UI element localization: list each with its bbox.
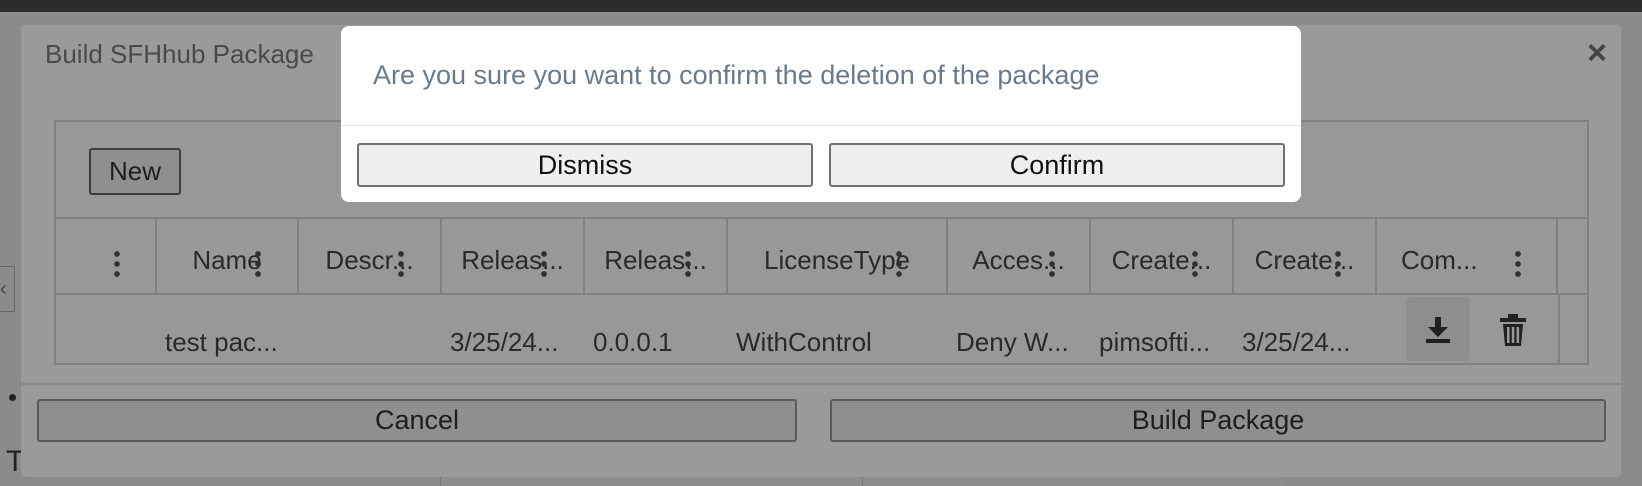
column-menu-icon[interactable] [1049,249,1055,279]
cell-description [299,295,442,363]
column-header[interactable]: Releas... [585,219,728,293]
download-icon [1426,317,1450,343]
cell-created-by: pimsofti... [1099,327,1211,357]
confirm-delete-modal: Are you sure you want to confirm the del… [341,26,1301,202]
column-header[interactable]: Name [157,219,299,293]
download-button[interactable] [1406,297,1470,361]
background-chevron-left-icon: ‹ [0,266,15,312]
column-menu-icon[interactable] [114,249,120,279]
table-row[interactable]: test pac... 3/25/24... 0.0.0.1 WithContr… [56,295,1587,363]
row-select-cell[interactable] [56,295,157,363]
column-header[interactable]: Descr... [299,219,442,293]
footer-divider [21,383,1621,385]
background-panel-edge [440,476,861,486]
dismiss-button[interactable]: Dismiss [357,143,813,187]
cell-access: Deny W... [956,327,1069,357]
column-menu-icon[interactable] [1515,249,1521,279]
modal-divider [341,125,1301,126]
column-header[interactable]: Releas... [442,219,585,293]
close-icon[interactable]: × [1587,35,1607,71]
cell-license-type: WithControl [736,327,872,357]
column-header[interactable]: Create... [1091,219,1234,293]
background-panel-edge [862,476,1283,486]
cancel-button[interactable]: Cancel [37,399,797,442]
confirm-message: Are you sure you want to confirm the del… [373,60,1100,90]
build-package-button[interactable]: Build Package [830,399,1606,442]
row-end-cell [1558,295,1587,363]
dialog-title: Build SFHhub Package [45,39,314,69]
column-header[interactable]: LicenseType [728,219,948,293]
background-bullet [9,394,16,401]
cell-release-date: 3/25/24... [450,327,559,357]
trash-icon [1500,314,1526,346]
column-menu-icon[interactable] [685,249,691,279]
column-header[interactable]: Acces... [948,219,1091,293]
cell-release-version: 0.0.0.1 [593,327,673,357]
column-menu-icon[interactable] [541,249,547,279]
column-header[interactable]: Com... [1377,219,1558,293]
delete-button[interactable] [1498,313,1528,347]
cell-created-date: 3/25/24... [1242,327,1351,357]
column-menu-icon[interactable] [896,249,902,279]
column-menu-icon[interactable] [255,249,261,279]
column-menu-icon[interactable] [1335,249,1341,279]
column-menu-icon[interactable] [398,249,404,279]
column-menu-icon[interactable] [1192,249,1198,279]
grid-menu-header [56,219,157,293]
cell-name: test pac... [165,327,278,357]
column-header[interactable]: Create... [1234,219,1377,293]
new-package-button[interactable]: New [89,148,181,195]
app-top-bar [0,0,1642,12]
confirm-button[interactable]: Confirm [829,143,1285,187]
grid-header-row: Name Descr... Releas... Releas... Licens… [56,217,1587,295]
